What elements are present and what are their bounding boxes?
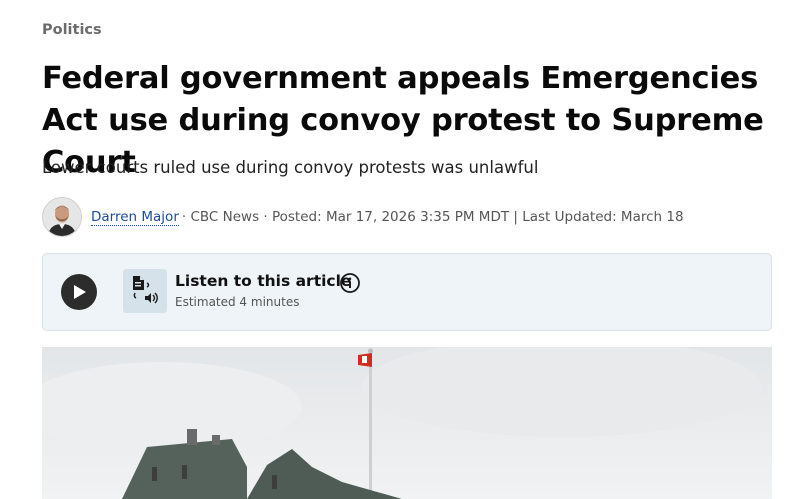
info-icon[interactable] <box>339 272 361 294</box>
document-audio-icon <box>123 269 167 313</box>
play-icon <box>74 285 86 299</box>
byline: Darren Major · CBC News · Posted: Mar 17… <box>42 197 782 237</box>
category-link[interactable]: Politics <box>42 22 102 38</box>
listen-title: Listen to this article <box>175 272 352 290</box>
hero-image <box>42 347 772 499</box>
author-link[interactable]: Darren Major <box>91 209 179 226</box>
byline-meta: · CBC News · Posted: Mar 17, 2026 3:35 P… <box>181 209 684 225</box>
article-deck: Lower courts ruled use during convoy pro… <box>42 158 539 177</box>
listen-duration: Estimated 4 minutes <box>175 295 300 309</box>
author-avatar[interactable] <box>42 197 82 237</box>
listen-article-card: Listen to this article Estimated 4 minut… <box>42 253 772 331</box>
play-button[interactable] <box>61 274 97 310</box>
